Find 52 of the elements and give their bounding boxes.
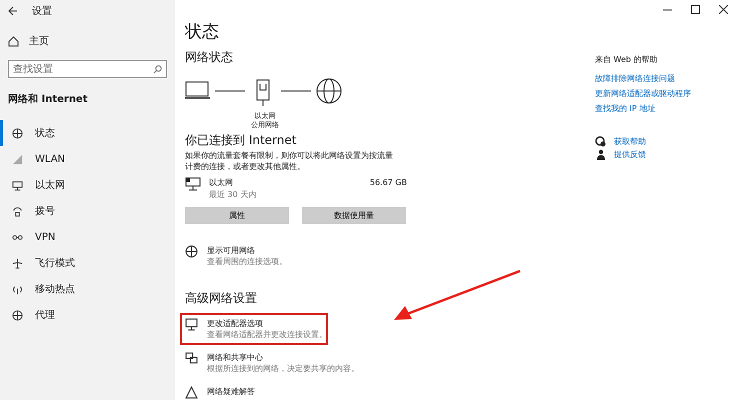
data-usage: 56.67 GB — [370, 177, 407, 189]
help-heading: 来自 Web 的帮助 — [595, 54, 659, 65]
help-action-link[interactable]: 获取帮助 — [614, 136, 646, 147]
help-action-link[interactable]: 提供反馈 — [614, 149, 646, 160]
sidebar-item[interactable]: WLAN — [0, 146, 175, 172]
setting-description: 查看网络适配器并更改连接设置。 — [207, 329, 327, 340]
page-title: 状态 — [185, 21, 220, 43]
setting-description: 查看周围的连接选项。 — [207, 256, 287, 267]
section-heading: 高级网络设置 — [185, 290, 258, 307]
globe-icon — [12, 128, 23, 138]
action-button[interactable]: 数据使用量 — [302, 207, 406, 224]
monitor-icon — [12, 180, 23, 190]
back-arrow-icon[interactable] — [8, 6, 18, 16]
hotspot-icon — [12, 284, 23, 294]
sidebar-item[interactable]: 状态 — [0, 120, 175, 146]
sidebar-item[interactable]: 移动热点 — [0, 276, 175, 302]
setting-description: 根据所连接到的网络，决定要共享的内容。 — [207, 363, 359, 374]
search-icon — [153, 65, 162, 74]
usage-period: 最近 30 天内 — [209, 189, 258, 201]
person-icon — [595, 149, 606, 160]
phone-icon — [12, 206, 23, 216]
sidebar-item[interactable]: 拨号 — [0, 198, 175, 224]
connection-description: 如果你的流量套餐有限制，则你可以将此网络设置为按流量计费的连接，或者更改其他属性。 — [185, 150, 394, 172]
sidebar-item[interactable]: VPN — [0, 224, 175, 250]
setting-link[interactable]: 网络和共享中心 — [207, 352, 359, 363]
window-title: 设置 — [32, 4, 52, 18]
connection-heading: 你已连接到 Internet — [185, 132, 298, 149]
home-link[interactable]: 主页 — [0, 22, 175, 54]
help-link[interactable]: 查找我的 IP 地址 — [595, 103, 737, 114]
network-icon — [185, 352, 198, 365]
section-heading: 网络和 Internet — [7, 92, 88, 107]
setting-link[interactable]: 显示可用网络 — [207, 245, 287, 256]
sidebar-item[interactable]: 飞行模式 — [0, 250, 175, 276]
home-icon — [8, 36, 19, 46]
connection-name: 以太网 — [209, 177, 234, 189]
help-link[interactable]: 故障排除网络连接问题 — [595, 73, 737, 84]
globe-icon — [12, 310, 23, 320]
setting-link[interactable]: 更改适配器选项 — [207, 318, 327, 329]
globe-icon — [185, 245, 198, 258]
airplane-icon — [12, 258, 23, 268]
monitor-icon — [185, 177, 201, 191]
section-heading: 网络状态 — [185, 49, 234, 66]
help-link[interactable]: 更新网络适配器或驱动程序 — [595, 88, 737, 99]
sidebar-item[interactable]: 代理 — [0, 302, 175, 328]
warning-icon — [185, 386, 198, 399]
setting-link[interactable]: 网络疑难解答 — [207, 386, 255, 397]
wifi-icon — [12, 154, 23, 164]
monitor-icon — [185, 318, 198, 331]
search-field[interactable]: 查找设置 — [8, 60, 167, 78]
sidebar-item[interactable]: 以太网 — [0, 172, 175, 198]
action-button[interactable]: 属性 — [185, 207, 289, 224]
chat-bubble-icon — [595, 136, 606, 147]
